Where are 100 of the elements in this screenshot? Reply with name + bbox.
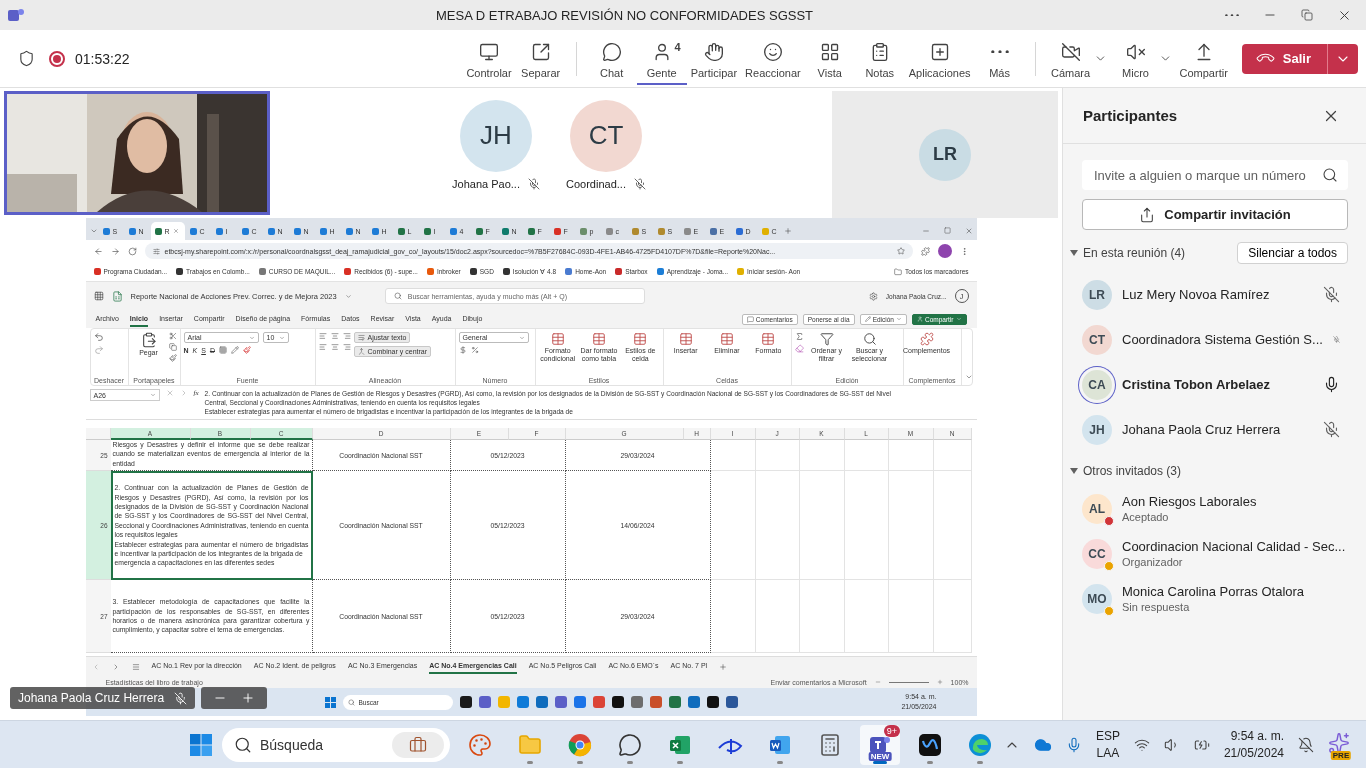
react-button[interactable]: Reaccionar [741,32,805,85]
eraser-icon [794,344,804,353]
clock[interactable]: 9:54 a. m. 21/05/2024 [1223,727,1284,762]
control-button[interactable]: Controlar [462,32,516,85]
app-icon[interactable] [706,696,719,708]
currency-icon [458,346,467,354]
apps-button[interactable]: Aplicaciones [904,32,975,85]
popout-button[interactable]: Separar [515,32,566,85]
participant-name: Coordinadora Sistema Gestión S... [1122,332,1323,347]
caret-icon [955,316,962,322]
pencil-icon [864,316,871,322]
reload-icon [127,246,137,256]
chat-bubble-icon [618,732,642,757]
participant-name: Johana Pao... [452,177,520,190]
invite-field[interactable]: Invite a alguien o marque un número [1082,160,1348,190]
zoom-in-icon [936,679,943,685]
table-icon [550,332,565,346]
restore-icon [1301,9,1313,21]
window-title: MESA D ETRABAJO REVISIÓN NO CONFORMIDADES SGSST [434,7,815,23]
sparkles-icon [1328,731,1350,754]
view-button[interactable]: Vista [804,32,855,85]
more-button[interactable]: Más [974,32,1025,85]
copy-icon [168,343,177,351]
search-icon [393,292,402,300]
filter-icon [819,332,834,346]
caret-icon [344,292,352,300]
calculator-icon [818,732,842,757]
chat-button[interactable]: Chat [586,32,637,85]
brush-icon [168,354,177,362]
folder-icon [893,267,902,276]
camera-button[interactable]: Cámara [1045,32,1096,85]
section-toggle[interactable]: En esta reunión (4) [1070,246,1186,260]
keyboard-language[interactable]: ESP LAA [1095,727,1120,762]
smiley-icon [762,41,783,62]
avatar: MO [1082,583,1112,614]
chrome-icon [568,732,592,757]
search-icon [347,698,355,706]
table-icon [592,332,606,346]
new-tag: NEW [868,751,892,761]
participant-name: Cristina Tobon Arbelaez [1122,377,1272,392]
close-tab-icon [172,228,179,234]
table-icon [678,332,693,346]
empty-cell [933,440,972,471]
people-count: 4 [674,40,681,53]
preview-tag: PRE [1330,750,1352,760]
align-right-icon [342,343,351,351]
briefcase-icon [409,735,427,754]
settings-icon [868,291,878,301]
search-icon [1322,167,1338,183]
align-center-icon [330,343,339,351]
menu-icon [131,662,140,671]
align-left-icon [318,343,327,351]
person-icon [916,316,923,322]
people-button[interactable]: 4 Gente [636,32,687,85]
taskbar-app[interactable]: 9+ NEW [860,724,900,765]
bell-icon [1298,736,1314,753]
app-icon[interactable] [459,696,472,708]
avatar: CA [1082,369,1112,400]
share-invite-button[interactable]: Compartir invitación [1082,199,1348,230]
raise-button[interactable]: Participar [686,32,742,85]
share-button[interactable]: Compartir [1175,32,1232,85]
forward-icon [110,246,120,256]
grid-icon [819,41,840,62]
caret-icon [248,334,255,341]
avatar: AL [1082,493,1112,524]
leave-button[interactable]: Salir [1241,43,1358,74]
avatar: LR [1082,279,1112,310]
more-icon [990,49,1009,54]
chat-icon [601,41,622,62]
empty-cell [799,440,845,471]
spreadsheet-icon [111,290,123,302]
align-right-icon [342,332,351,340]
empty-cell [888,440,934,471]
start-icon[interactable] [190,733,212,756]
undo-icon [93,332,104,342]
section-toggle[interactable]: Otros invitados (3) [1070,464,1182,478]
name-tag: Johana Paola Cruz Herrera [10,687,196,709]
table-icon [633,332,648,346]
notification-badge: 9+ [883,724,900,737]
notes-button[interactable]: Notas [854,32,905,85]
monitor-icon [479,41,499,62]
participant-name: Aon Riesgos Laborales [1122,494,1258,509]
zoom-control[interactable] [201,687,268,709]
participant-name: Monica Carolina Porras Otalora [1122,584,1306,599]
mute-all-button[interactable]: Silenciar a todos [1237,242,1348,264]
call-timer: 01:53:22 [75,50,130,67]
popout-icon [530,41,551,62]
align-left-icon [318,332,327,340]
avatar: JH [460,99,532,172]
avatar: JH [1082,414,1112,445]
participant-status: Organizador [1122,556,1184,568]
mic-button[interactable]: Micro [1110,32,1161,85]
comment-icon [746,315,754,323]
app-icon[interactable] [611,696,624,708]
search-field[interactable]: Búsqueda [222,727,450,762]
folder-icon [518,732,542,757]
cancel-icon [165,389,174,397]
percent-icon [470,346,479,354]
participant-name: Coordinacion Nacional Calidad - Sec... [1122,539,1347,554]
tab-list-icon [89,227,98,235]
